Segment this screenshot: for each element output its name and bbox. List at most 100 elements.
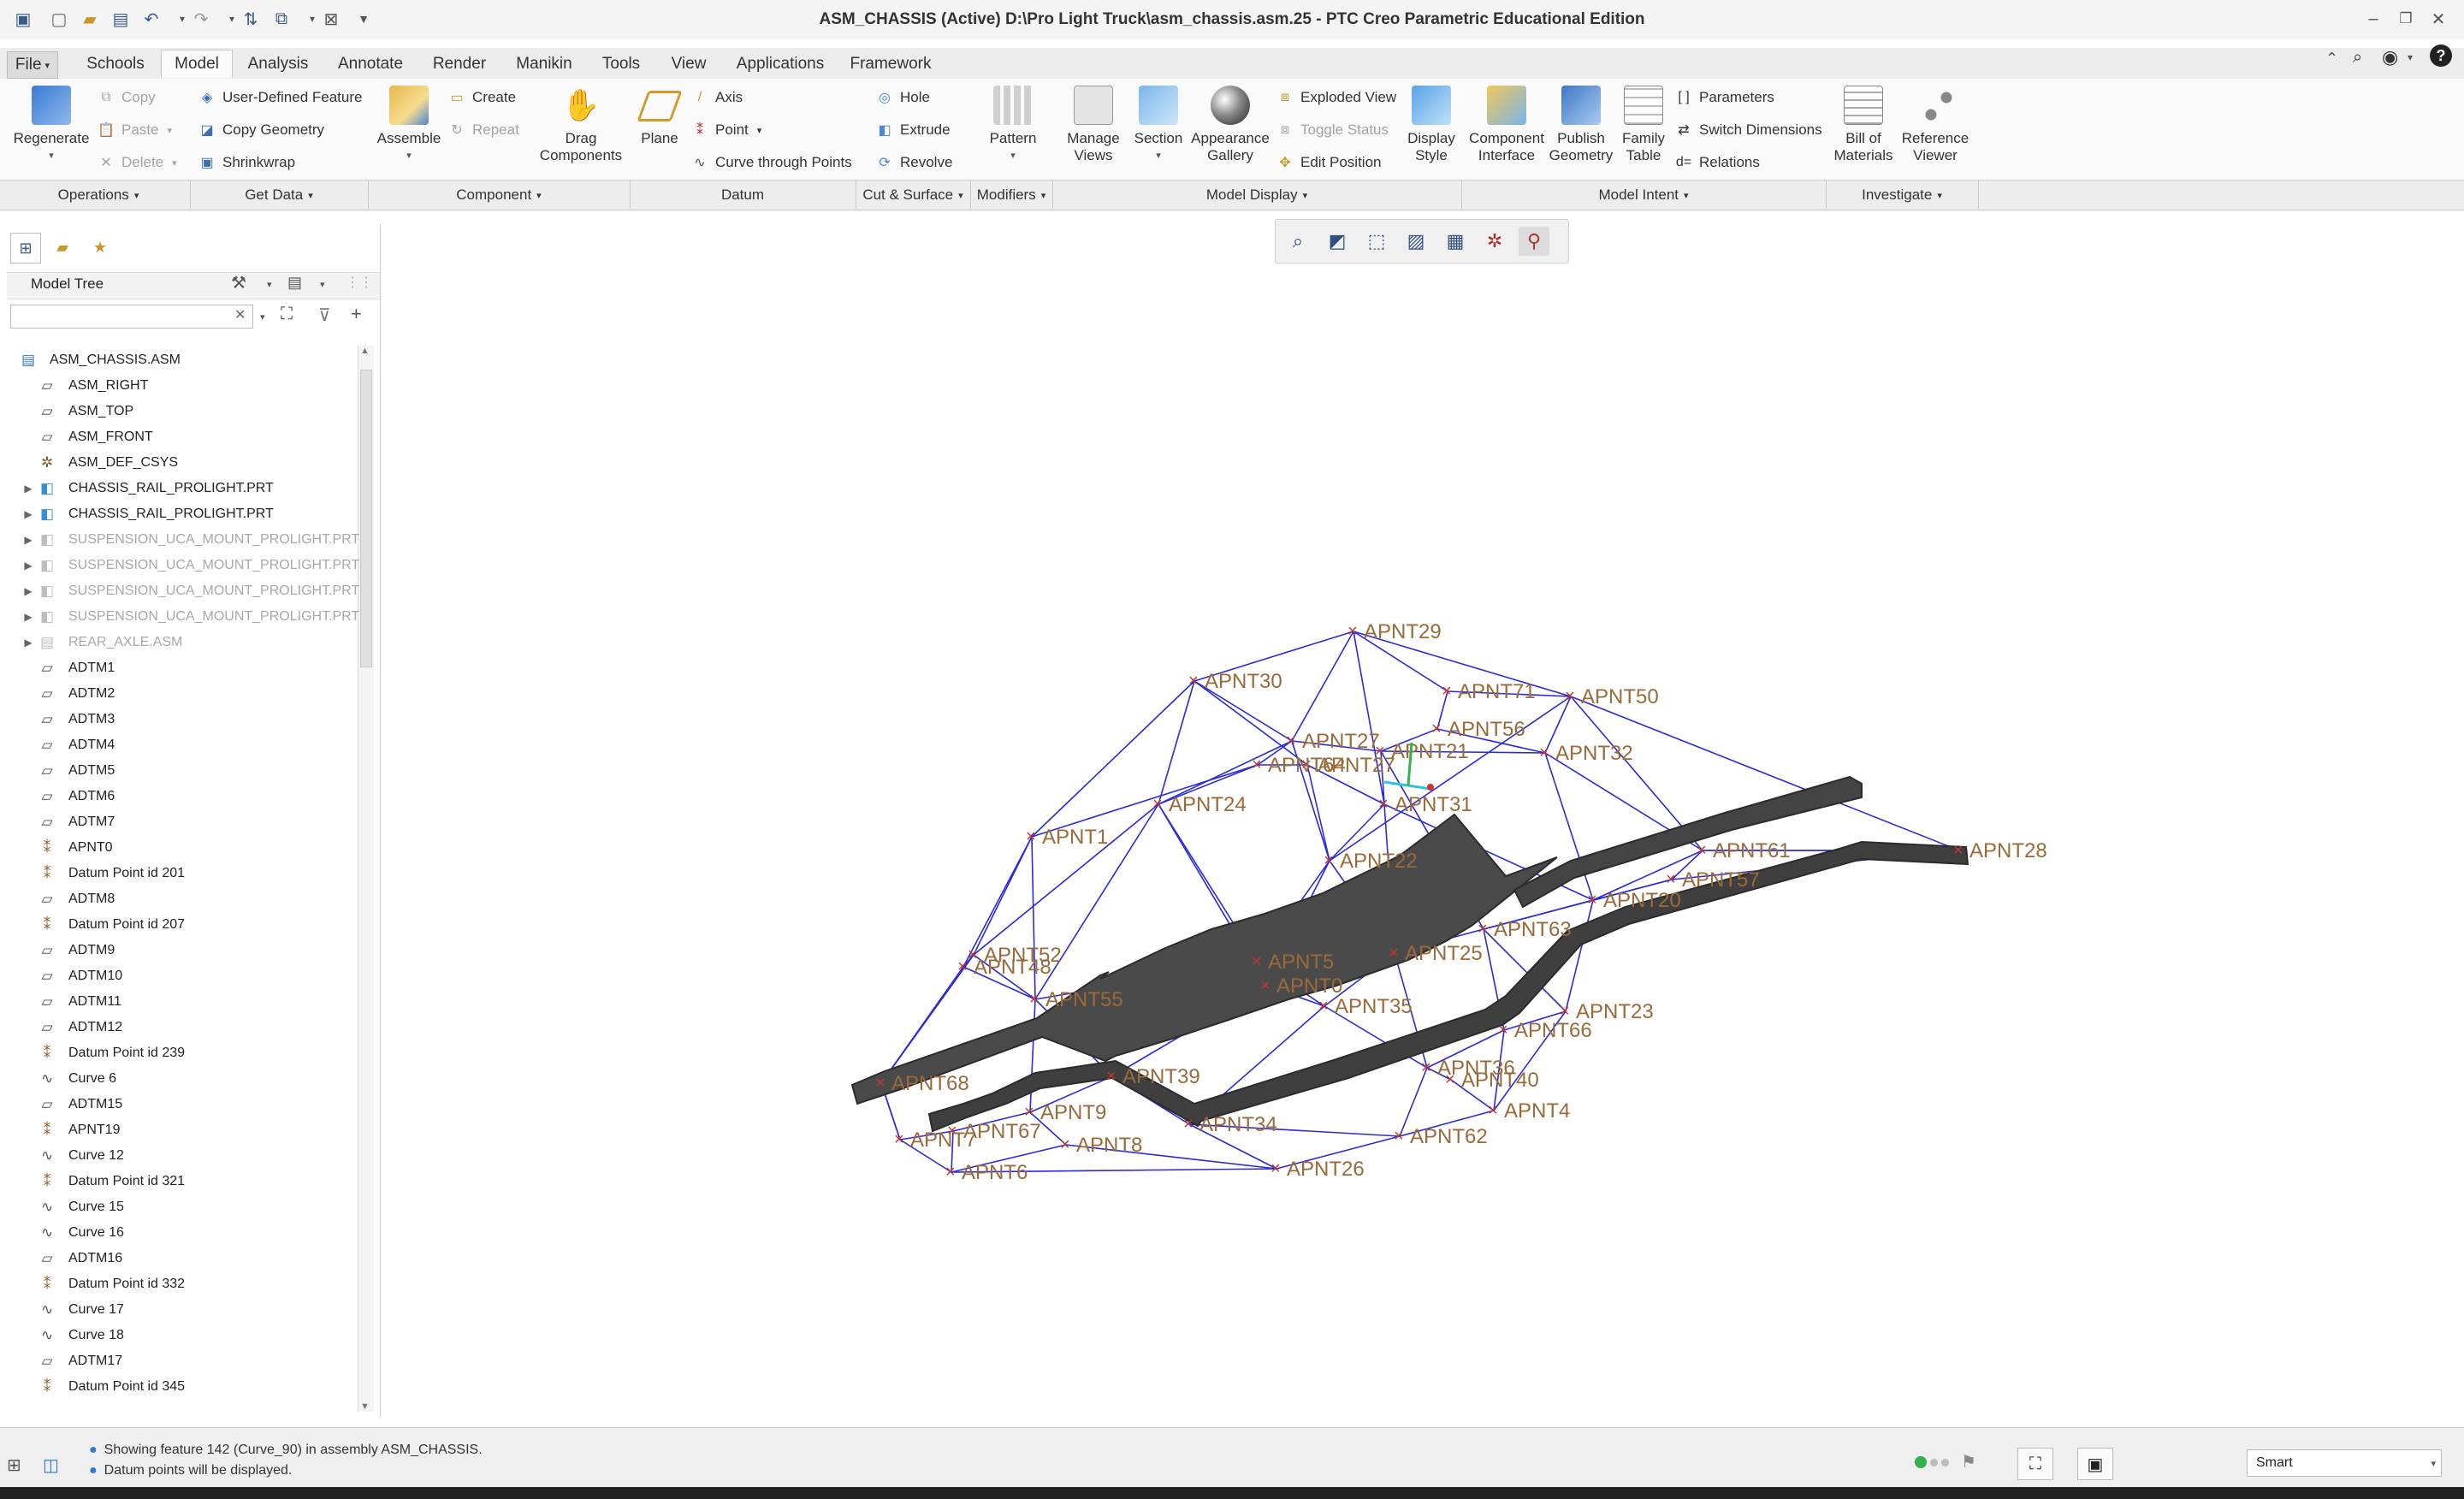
datum-point-marker[interactable]: × <box>1378 795 1389 814</box>
datum-point-label[interactable]: APNT9 <box>1040 1101 1106 1124</box>
tree-item[interactable]: ▱ ADTM6 <box>19 784 370 809</box>
datum-point-label[interactable]: APNT61 <box>1713 839 1791 862</box>
tree-item[interactable]: ▱ ADTM1 <box>19 655 370 681</box>
tree-item[interactable]: ▱ ADTM5 <box>19 758 370 784</box>
expand-arrow-icon[interactable]: ▶ <box>19 585 38 597</box>
tree-item[interactable]: ∿ Curve 6 <box>19 1066 370 1092</box>
tree-item[interactable]: ▶ ▤ REAR_AXLE.ASM <box>19 630 370 655</box>
datum-point-marker[interactable]: × <box>1565 687 1575 706</box>
datum-point-label[interactable]: APNT27 <box>1318 754 1395 777</box>
datum-point-label[interactable]: APNT24 <box>1169 793 1247 816</box>
tree-item[interactable]: ▶ ◧ SUSPENSION_UCA_MOUNT_PROLIGHT.PRT <box>19 604 370 630</box>
expand-arrow-icon[interactable]: ▶ <box>19 637 38 649</box>
tree-item[interactable]: ▱ ADTM16 <box>19 1246 370 1271</box>
datum-point-marker[interactable]: × <box>1478 920 1488 939</box>
datum-point-label[interactable]: APNT29 <box>1364 620 1442 643</box>
datum-point-label[interactable]: APNT35 <box>1335 995 1413 1018</box>
datum-point-marker[interactable]: × <box>1318 997 1329 1016</box>
datum-point-label[interactable]: APNT55 <box>1045 988 1123 1011</box>
datum-point-marker[interactable]: × <box>1252 952 1262 971</box>
tree-item[interactable]: ⁑ Datum Point id 207 <box>19 912 370 938</box>
datum-point-marker[interactable]: × <box>1498 1021 1508 1040</box>
tree-item[interactable]: ⁑ Datum Point id 239 <box>19 1040 370 1066</box>
datum-point-marker[interactable]: × <box>1260 976 1270 995</box>
tree-item[interactable]: ▶ ◧ SUSPENSION_UCA_MOUNT_PROLIGHT.PRT <box>19 553 370 578</box>
tree-item[interactable]: ∿ Curve 17 <box>19 1297 370 1323</box>
toggle-browser-icon[interactable]: ◫ <box>43 1455 59 1476</box>
datum-point-marker[interactable]: × <box>1106 1067 1116 1086</box>
datum-point-label[interactable]: APNT5 <box>1268 951 1334 974</box>
tree-item[interactable]: ∿ Curve 18 <box>19 1323 370 1348</box>
expand-arrow-icon[interactable]: ▶ <box>19 534 38 546</box>
datum-point-marker[interactable]: × <box>1488 1101 1498 1120</box>
datum-point-marker[interactable]: × <box>1389 944 1399 963</box>
datum-point-marker[interactable]: × <box>875 1074 886 1093</box>
datum-point-marker[interactable]: × <box>1348 622 1358 641</box>
tree-item[interactable]: ▱ ASM_RIGHT <box>19 373 370 399</box>
datum-point-label[interactable]: APNT57 <box>1682 868 1760 892</box>
datum-point-marker[interactable]: × <box>1188 672 1199 690</box>
selection-filter-select[interactable]: Smart ▾ <box>2247 1449 2442 1477</box>
datum-point-marker[interactable]: × <box>1953 841 1964 860</box>
datum-point-label[interactable]: APNT56 <box>1448 718 1525 741</box>
datum-curve-segment[interactable] <box>1306 764 1330 862</box>
datum-point-label[interactable]: APNT71 <box>1458 680 1536 703</box>
tree-item[interactable]: ▱ ADTM7 <box>19 809 370 835</box>
datum-point-marker[interactable]: × <box>1560 1002 1570 1021</box>
datum-point-label[interactable]: APNT66 <box>1514 1019 1592 1042</box>
datum-point-marker[interactable]: × <box>1183 1115 1194 1134</box>
tree-item[interactable]: ▱ ADTM15 <box>19 1092 370 1117</box>
datum-point-marker[interactable]: × <box>1394 1127 1404 1146</box>
datum-point-label[interactable]: APNT1 <box>1042 826 1108 849</box>
datum-point-marker[interactable]: × <box>1024 1103 1034 1122</box>
tree-item[interactable]: ▱ ASM_TOP <box>19 399 370 424</box>
datum-point-label[interactable]: APNT68 <box>891 1072 969 1095</box>
tree-item[interactable]: ∿ Curve 12 <box>19 1143 370 1169</box>
tree-item[interactable]: ⁑ Datum Point id 332 <box>19 1271 370 1297</box>
flag-icon[interactable]: ⚑ <box>1961 1451 1976 1472</box>
datum-point-label[interactable]: APNT0 <box>1276 975 1342 998</box>
datum-point-label[interactable]: APNT8 <box>1076 1134 1142 1157</box>
datum-point-label[interactable]: APNT4 <box>1504 1099 1570 1123</box>
datum-point-marker[interactable]: × <box>1252 755 1262 774</box>
tree-item[interactable]: ▶ ◧ SUSPENSION_UCA_MOUNT_PROLIGHT.PRT <box>19 527 370 553</box>
tree-item[interactable]: ✲ ASM_DEF_CSYS <box>19 450 370 476</box>
tree-item[interactable]: ▤ ASM_CHASSIS.ASM <box>19 347 370 373</box>
datum-point-marker[interactable]: × <box>1152 795 1163 814</box>
datum-point-label[interactable]: APNT48 <box>974 956 1051 979</box>
datum-point-marker[interactable]: × <box>1029 990 1040 1009</box>
tree-item[interactable]: ⁑ Datum Point id 201 <box>19 861 370 886</box>
datum-point-label[interactable]: APNT34 <box>1199 1113 1277 1136</box>
tree-item[interactable]: ▶ ◧ SUSPENSION_UCA_MOUNT_PROLIGHT.PRT <box>19 578 370 604</box>
tree-item[interactable]: ▱ ADTM9 <box>19 938 370 963</box>
datum-point-label[interactable]: APNT25 <box>1405 942 1483 965</box>
tree-item[interactable]: ▱ ADTM10 <box>19 963 370 989</box>
datum-point-label[interactable]: APNT21 <box>1391 740 1469 763</box>
datum-point-label[interactable]: APNT30 <box>1205 670 1282 693</box>
expand-arrow-icon[interactable]: ▶ <box>19 483 38 495</box>
datum-point-label[interactable]: APNT32 <box>1555 742 1633 765</box>
datum-point-label[interactable]: APNT22 <box>1340 850 1418 873</box>
tree-item[interactable]: ∿ Curve 16 <box>19 1220 370 1246</box>
tree-item[interactable]: ▱ ADTM4 <box>19 732 370 758</box>
datum-point-marker[interactable]: × <box>1666 870 1676 889</box>
tree-item[interactable]: ⁑ Datum Point id 321 <box>19 1169 370 1194</box>
tree-item[interactable]: ⁑ APNT0 <box>19 835 370 861</box>
tree-item[interactable]: ▶ ◧ CHASSIS_RAIL_PROLIGHT.PRT <box>19 476 370 501</box>
tree-item[interactable]: ▱ ADTM12 <box>19 1015 370 1040</box>
datum-point-label[interactable]: APNT40 <box>1461 1069 1539 1092</box>
datum-curve-segment[interactable] <box>1194 680 1308 766</box>
datum-point-marker[interactable]: × <box>957 957 968 976</box>
datum-point-label[interactable]: APNT50 <box>1581 685 1659 708</box>
tree-item[interactable]: ▱ ADTM11 <box>19 989 370 1015</box>
find-binoculars-icon[interactable]: ⛶ <box>2017 1448 2053 1480</box>
datum-point-marker[interactable]: × <box>1270 1159 1281 1178</box>
datum-point-label[interactable]: APNT26 <box>1287 1158 1365 1181</box>
tree-item[interactable]: ∿ Curve 15 <box>19 1194 370 1220</box>
tree-item[interactable]: ▱ ADTM2 <box>19 681 370 707</box>
datum-curve-segment[interactable] <box>1158 680 1195 805</box>
datum-point-marker[interactable]: × <box>894 1130 904 1149</box>
tree-item[interactable]: ▱ ASM_FRONT <box>19 424 370 450</box>
datum-point-label[interactable]: APNT63 <box>1494 918 1572 941</box>
datum-curve-segment[interactable] <box>1029 998 1036 1113</box>
